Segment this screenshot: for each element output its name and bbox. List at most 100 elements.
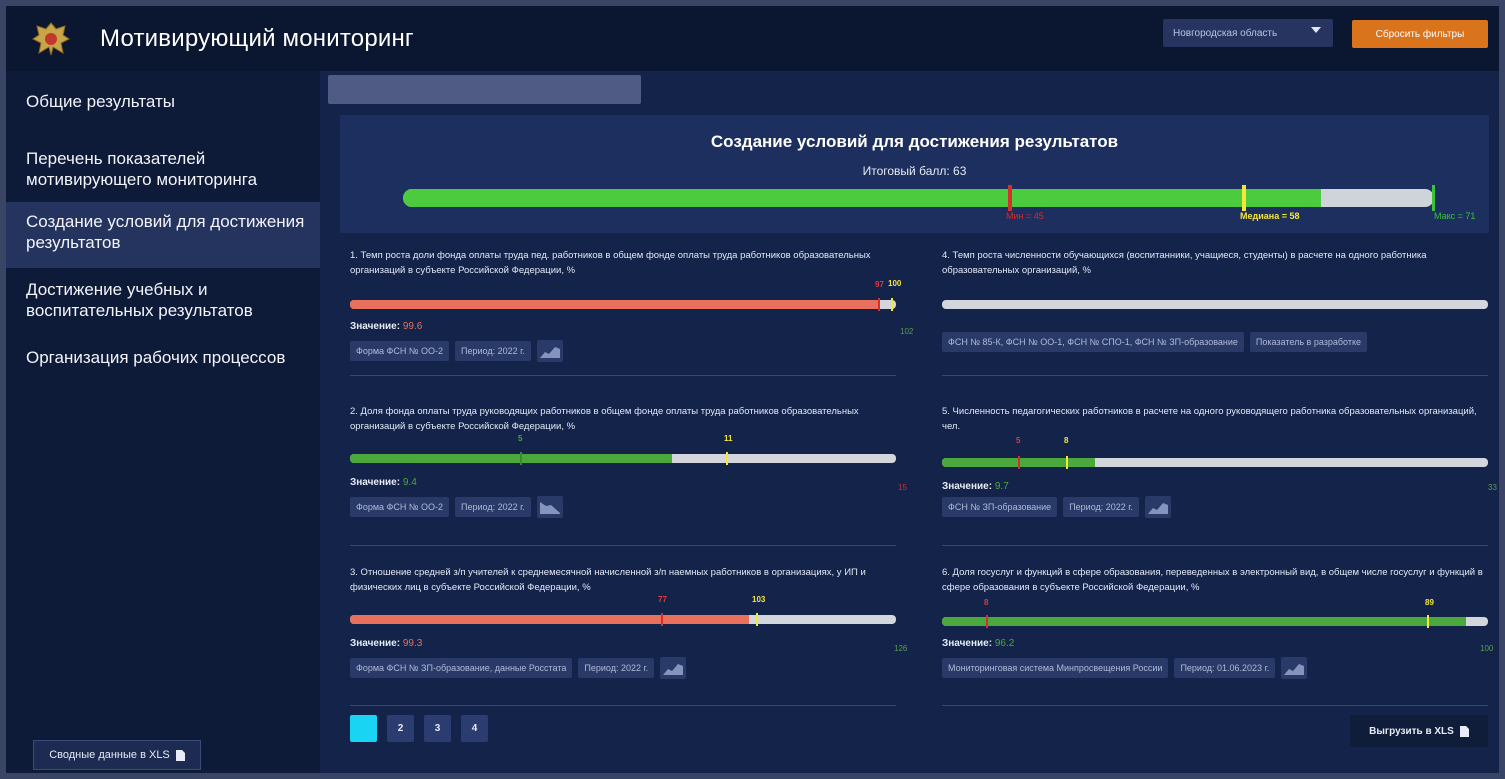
trend-chart-icon[interactable] (1281, 657, 1308, 679)
indicator-title: 2. Доля фонда оплаты труда руководящих р… (350, 406, 859, 432)
period-tag: Период: 2022 г. (455, 497, 531, 517)
indicator-card: 5. Численность педагогических работников… (942, 404, 1497, 518)
indicator-card: 4. Темп роста численности обучающихся (в… (942, 248, 1488, 358)
median-label: Медиана = 58 (1240, 211, 1300, 221)
sidebar-item-achievements[interactable]: Достижение учебных и воспитательных резу… (6, 279, 320, 321)
min-mark-label: 97 (875, 280, 884, 289)
max-value-label: 33 (1488, 483, 1497, 492)
median-tick (1427, 615, 1429, 628)
indicator-bar-fill (350, 615, 749, 624)
source-tag: ФСН № ЗП-образование (942, 497, 1058, 517)
region-select-value: Новгородская область (1173, 27, 1278, 39)
indicator-bar-fill (942, 617, 1467, 626)
indicator-tags: Форма ФСН № ОО-2 Период: 2022 г. (350, 340, 563, 362)
score-bar-fill (403, 189, 1321, 207)
source-tag: ФСН № 85-К, ФСН № ОО-1, ФСН № СПО-1, ФСН… (942, 332, 1244, 352)
panel-title: Создание условий для достижения результа… (710, 132, 1119, 151)
status-tag: Показатель в разработке (1249, 332, 1367, 352)
sidebar: Общие результаты Перечень показателей мо… (6, 71, 320, 773)
page-button-2[interactable]: 2 (387, 715, 414, 742)
median-marker (1242, 185, 1246, 211)
page-button-3[interactable]: 3 (424, 715, 451, 742)
indicator-bar (350, 454, 896, 463)
indicator-bar-fill (350, 454, 673, 463)
divider (942, 545, 1488, 546)
median-mark-label: 11 (724, 434, 733, 443)
min-tick (520, 452, 522, 465)
reset-filters-button[interactable]: Сбросить фильтры (1352, 20, 1488, 48)
median-tick (726, 452, 728, 465)
emblem-logo (26, 14, 76, 64)
pagination: 1 2 3 4 (350, 715, 488, 742)
max-marker (1432, 185, 1435, 211)
indicator-bar (942, 617, 1488, 626)
indicator-value: Значение: 99.3 (350, 638, 423, 649)
min-mark-label: 5 (518, 434, 523, 443)
median-tick (756, 613, 758, 626)
indicator-card: 2. Доля фонда оплаты труда руководящих р… (350, 404, 907, 518)
max-value-label: 126 (894, 644, 908, 653)
median-mark-label: 8 (1064, 436, 1069, 445)
min-mark-label: 77 (658, 595, 667, 604)
total-score: Итоговый балл: 63 (862, 164, 967, 178)
page-button-1[interactable]: 1 (350, 715, 377, 742)
indicator-tags: Форма ФСН № ЗП-образование, данные Росст… (350, 657, 687, 679)
trend-chart-icon[interactable] (536, 496, 563, 518)
period-tag: Период: 01.06.2023 г. (1174, 658, 1276, 678)
sidebar-item-indicators-list[interactable]: Перечень показателей мотивирующего монит… (6, 148, 320, 190)
page-button-4[interactable]: 4 (461, 715, 488, 742)
divider (350, 375, 896, 376)
indicator-bar (942, 458, 1488, 467)
indicator-value: Значение: 99.6 (350, 321, 423, 332)
indicator-title: 6. Доля госуслуг и функций в сфере образ… (942, 567, 1483, 593)
median-mark-label: 89 (1425, 598, 1434, 607)
file-icon (175, 749, 185, 761)
indicator-bar-fill (350, 300, 880, 309)
divider (350, 545, 896, 546)
summary-xls-button[interactable]: Сводные данные в XLS (33, 740, 201, 770)
indicator-tags: ФСН № 85-К, ФСН № ОО-1, ФСН № СПО-1, ФСН… (942, 332, 1367, 352)
summary-panel: Создание условий для достижения результа… (340, 115, 1489, 233)
max-label: Макс = 71 (1434, 211, 1476, 221)
source-tag: Форма ФСН № ОО-2 (350, 497, 450, 517)
summary-xls-label: Сводные данные в XLS (49, 749, 170, 761)
period-tag: Период: 2022 г. (455, 341, 531, 361)
export-xls-label: Выгрузить в XLS (1369, 725, 1454, 737)
indicator-card: 3. Отношение средней з/п учителей к сред… (350, 565, 907, 679)
min-marker (1008, 185, 1012, 211)
median-tick (1066, 456, 1068, 469)
filter-chip[interactable] (328, 75, 641, 104)
min-tick (986, 615, 988, 628)
min-tick (878, 298, 880, 311)
max-value-label: 15 (898, 483, 907, 492)
export-xls-button[interactable]: Выгрузить в XLS (1350, 715, 1488, 747)
indicator-value: Значение: 9.4 (350, 477, 417, 488)
min-mark-label: 5 (1016, 436, 1021, 445)
trend-chart-icon[interactable] (660, 657, 687, 679)
indicator-card: 1. Темп роста доли фонда оплаты труда пе… (350, 248, 913, 362)
divider (350, 705, 896, 706)
trend-chart-icon[interactable] (1144, 496, 1171, 518)
indicator-value: Значение: 9.7 (942, 481, 1009, 492)
indicator-bar (350, 300, 896, 309)
min-label: Мин = 45 (1006, 211, 1044, 221)
file-icon (1459, 725, 1469, 737)
trend-chart-icon[interactable] (536, 340, 563, 362)
period-tag: Период: 2022 г. (578, 658, 655, 678)
indicator-bar (942, 300, 1488, 309)
sidebar-item-general-results[interactable]: Общие результаты (6, 91, 320, 112)
chevron-down-icon (1311, 27, 1321, 33)
sidebar-item-work-processes[interactable]: Организация рабочих процессов (6, 347, 320, 368)
min-mark-label: 8 (984, 598, 989, 607)
max-value-label: 100 (1480, 644, 1494, 653)
indicator-title: 3. Отношение средней з/п учителей к сред… (350, 567, 866, 593)
divider (942, 375, 1488, 376)
indicator-bar (350, 615, 896, 624)
indicator-title: 1. Темп роста доли фонда оплаты труда пе… (350, 250, 871, 276)
divider (942, 705, 1488, 706)
max-value-label: 102 (900, 327, 914, 336)
app-title: Мотивирующий мониторинг (100, 24, 414, 52)
indicator-title: 5. Численность педагогических работников… (942, 406, 1477, 432)
sidebar-item-conditions[interactable]: Создание условий для достижения результа… (6, 202, 320, 268)
region-select[interactable]: Новгородская область (1163, 19, 1333, 47)
